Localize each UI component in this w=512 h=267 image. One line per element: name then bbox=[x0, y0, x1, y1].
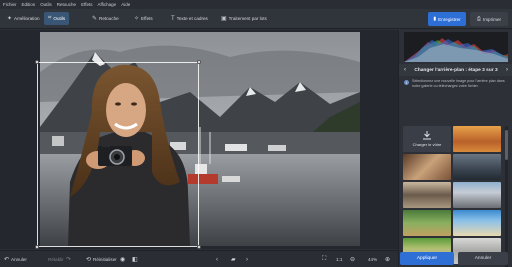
resize-handle[interactable] bbox=[197, 60, 201, 64]
text-icon: T bbox=[171, 15, 175, 22]
upload-own-button[interactable]: Charger le vôtre bbox=[403, 126, 451, 152]
background-thumbnail[interactable] bbox=[453, 154, 501, 180]
background-thumbnail[interactable] bbox=[403, 210, 451, 236]
enhance-icon: ✦ bbox=[7, 16, 13, 22]
tool-text-label: Texte et cadres bbox=[176, 16, 208, 21]
background-thumbnail[interactable] bbox=[403, 154, 451, 180]
undo-button[interactable]: ↶ Annuler bbox=[4, 254, 27, 265]
tool-effects[interactable]: ✧ Effets bbox=[130, 12, 157, 25]
previous-step-icon[interactable]: ‹ bbox=[404, 67, 406, 73]
background-gallery: Charger le vôtre bbox=[403, 126, 501, 267]
tool-retouch-label: Retouche bbox=[99, 16, 119, 21]
background-thumbnail[interactable] bbox=[453, 126, 501, 152]
undo-label: Annuler bbox=[11, 257, 27, 262]
menu-tools[interactable]: Outils bbox=[40, 2, 52, 7]
next-image-button[interactable]: › bbox=[246, 254, 248, 265]
zoom-ratio-button[interactable]: 1:1 bbox=[336, 254, 342, 265]
tool-enhance[interactable]: ✦ Amélioration bbox=[3, 12, 44, 25]
background-thumbnail[interactable] bbox=[453, 210, 501, 236]
menu-retouch[interactable]: Retouche bbox=[57, 2, 76, 7]
info-text: Sélectionnez une nouvelle image pour l'a… bbox=[412, 79, 505, 88]
tool-effects-label: Effets bbox=[141, 16, 153, 21]
save-button-label: Enregistrer bbox=[438, 16, 461, 22]
print-icon: ⎙ bbox=[476, 16, 481, 22]
undo-icon: ↶ bbox=[4, 257, 10, 263]
zoom-ratio-label: 1:1 bbox=[336, 257, 343, 262]
resize-handle[interactable] bbox=[35, 60, 39, 64]
print-button-label: Imprimer bbox=[482, 16, 502, 22]
selection-box[interactable] bbox=[35, 60, 201, 249]
right-panel: ‹ Changer l'arrière-plan : étape 3 sur 3… bbox=[398, 30, 512, 267]
chevron-left-icon: ‹ bbox=[216, 256, 218, 263]
reset-icon: ⟲ bbox=[86, 257, 92, 263]
background-thumbnail[interactable] bbox=[403, 182, 451, 208]
scrollbar-thumb[interactable] bbox=[505, 130, 508, 160]
cancel-button[interactable]: Annuler bbox=[458, 252, 508, 265]
brush-icon: ✎ bbox=[92, 16, 98, 22]
zoom-out-button[interactable]: ⊖ bbox=[350, 254, 355, 265]
zoom-in-icon: ⊕ bbox=[385, 257, 391, 263]
redo-icon: ↷ bbox=[65, 257, 71, 263]
fit-screen-icon: ⛶ bbox=[322, 256, 327, 262]
zoom-out-icon: ⊖ bbox=[350, 257, 356, 263]
histogram bbox=[404, 32, 508, 62]
apply-button[interactable]: Appliquer bbox=[400, 252, 454, 265]
redo-label: Rétablir bbox=[48, 257, 64, 262]
background-thumbnail[interactable] bbox=[453, 182, 501, 208]
menu-help[interactable]: Aide bbox=[121, 2, 130, 7]
folder-button[interactable]: ▰ bbox=[231, 254, 236, 265]
compare-icon: ◧ bbox=[132, 257, 138, 263]
tool-text[interactable]: T Texte et cadres bbox=[167, 12, 212, 25]
tool-batch[interactable]: ▣ Traitement par lots bbox=[217, 12, 271, 25]
resize-handle[interactable] bbox=[197, 245, 201, 249]
upload-label: Charger le vôtre bbox=[412, 142, 442, 147]
save-icon: ▮ bbox=[433, 16, 437, 22]
folder-icon: ▰ bbox=[231, 257, 236, 263]
print-button[interactable]: ⎙ Imprimer bbox=[470, 12, 508, 26]
effects-icon: ✧ bbox=[134, 16, 140, 22]
bottom-bar: ↶ Annuler Rétablir ↷ ⟲ Réinitialiser ◉ ◧… bbox=[0, 250, 398, 267]
info-icon: i bbox=[404, 80, 409, 85]
chevron-right-icon: › bbox=[246, 256, 248, 263]
info-message: i Sélectionnez une nouvelle image pour l… bbox=[404, 79, 508, 121]
batch-icon: ▣ bbox=[221, 16, 227, 22]
tool-tools[interactable]: ⌗ Outils bbox=[44, 12, 70, 25]
fit-screen-button[interactable]: ⛶ bbox=[322, 254, 326, 265]
step-navigator: ‹ Changer l'arrière-plan : étape 3 sur 3… bbox=[399, 64, 512, 76]
redo-button[interactable]: Rétablir ↷ bbox=[48, 254, 71, 265]
menu-bar: Fichier Edition Outils Retouche Effets A… bbox=[0, 0, 512, 9]
menu-view[interactable]: Affichage bbox=[98, 2, 117, 7]
previous-image-button[interactable]: ‹ bbox=[216, 254, 218, 265]
menu-effects[interactable]: Effets bbox=[81, 2, 92, 7]
reset-label: Réinitialiser bbox=[93, 257, 117, 262]
menu-file[interactable]: Fichier bbox=[3, 2, 17, 7]
tool-enhance-label: Amélioration bbox=[14, 16, 40, 21]
reset-button[interactable]: ⟲ Réinitialiser bbox=[86, 254, 117, 265]
zoom-level-value: 44% bbox=[368, 257, 378, 262]
eye-icon: ◉ bbox=[120, 257, 126, 263]
zoom-in-button[interactable]: ⊕ bbox=[385, 254, 390, 265]
tool-tools-label: Outils bbox=[53, 16, 66, 21]
tool-retouch[interactable]: ✎ Retouche bbox=[88, 12, 123, 25]
zoom-level: 44% bbox=[368, 254, 377, 265]
menu-edit[interactable]: Edition bbox=[22, 2, 36, 7]
preview-toggle[interactable]: ◉ bbox=[120, 254, 125, 265]
gallery-scrollbar[interactable] bbox=[505, 126, 508, 267]
download-icon bbox=[423, 131, 431, 140]
save-button[interactable]: ▮ Enregistrer bbox=[428, 12, 466, 26]
next-step-icon[interactable]: › bbox=[506, 67, 508, 73]
resize-handle[interactable] bbox=[35, 245, 39, 249]
histogram-graph bbox=[404, 38, 508, 62]
compare-button[interactable]: ◧ bbox=[132, 254, 138, 265]
step-title: Changer l'arrière-plan : étape 3 sur 3 bbox=[414, 67, 498, 73]
crop-icon: ⌗ bbox=[48, 15, 52, 21]
tool-batch-label: Traitement par lots bbox=[228, 16, 267, 21]
